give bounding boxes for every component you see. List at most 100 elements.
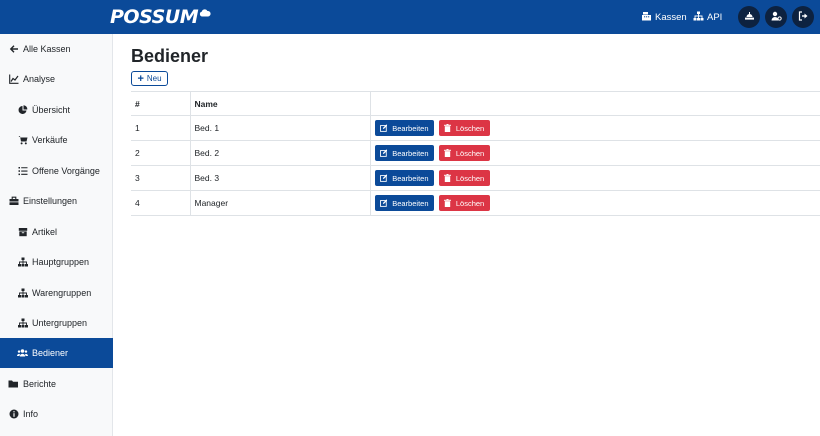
user-settings-icon [771,8,782,26]
users-icon [17,348,28,359]
edit-button[interactable]: Bearbeiten [374,145,434,161]
main-content: Bediener + Neu # Name 1 Bed. 1 Bearbeite… [113,34,820,436]
sidebar-item-warengruppen[interactable]: Warengruppen [0,278,113,308]
toolbox-icon [8,196,19,207]
column-header-id: # [131,91,191,116]
chart-icon [8,74,19,85]
cart-icon [17,135,28,146]
column-header-actions [370,91,820,116]
sidebar-item-label: Warengruppen [32,288,92,298]
edit-button-label: Bearbeiten [392,148,429,158]
sidebar-item-label: Offene Vorgänge [32,166,100,176]
sitemap-icon [17,318,28,329]
hat-button[interactable] [738,6,760,28]
api-link-label: API [707,11,723,23]
plus-icon: + [137,72,144,85]
sidebar-item-einstellungen[interactable]: Einstellungen [0,186,113,216]
row-name: Bed. 3 [190,165,371,191]
trash-icon [443,199,451,207]
row-actions: Bearbeiten Löschen [370,140,820,166]
kassen-link-label: Kassen [655,11,687,23]
delete-button-label: Löschen [455,123,485,133]
sidebar-item-artikel[interactable]: Artikel [0,217,113,247]
row-name: Bed. 1 [190,115,371,141]
logout-icon [798,8,809,26]
edit-button[interactable]: Bearbeiten [374,120,434,136]
sidebar-item-label: Verkäufe [32,135,68,145]
possum-logo[interactable]: POSSUM [110,6,211,28]
row-id: 2 [131,140,191,166]
edit-button-label: Bearbeiten [392,198,429,208]
row-actions: Bearbeiten Löschen [370,115,820,141]
sitemap-icon [17,257,28,268]
sidebar-item-bediener[interactable]: Bediener [0,338,113,368]
row-name: Manager [190,190,371,216]
folder-icon [8,379,19,390]
delete-button[interactable]: Löschen [438,145,490,161]
sidebar-item-untergruppen[interactable]: Untergruppen [0,308,113,338]
row-actions: Bearbeiten Löschen [370,165,820,191]
edit-icon [379,124,387,132]
user-settings-button[interactable] [765,6,787,28]
box-icon [17,227,28,238]
edit-icon [379,199,387,207]
sidebar-item-offene-vorgaenge[interactable]: Offene Vorgänge [0,156,113,186]
cloud-icon [199,4,211,22]
edit-icon [379,149,387,157]
sidebar-item-label: Info [23,409,39,419]
row-id: 1 [131,115,191,141]
sitemap-icon [17,288,28,299]
sidebar-item-info[interactable]: Info [0,399,113,429]
column-header-name: Name [190,91,371,116]
sidebar-item-label: Artikel [32,227,58,237]
row-name: Bed. 2 [190,140,371,166]
info-icon [8,409,19,420]
sidebar-item-berichte[interactable]: Berichte [0,369,113,399]
api-link[interactable]: API [693,10,722,24]
table-row: 1 Bed. 1 Bearbeiten Löschen [131,115,820,141]
table-row: 3 Bed. 3 Bearbeiten Löschen [131,165,820,191]
list-icon [17,166,28,177]
row-id: 4 [131,190,191,216]
sidebar-item-label: Berichte [23,379,57,389]
kassen-link[interactable]: Kassen [641,10,687,24]
trash-icon [443,124,451,132]
row-id: 3 [131,165,191,191]
sidebar-item-verkaeufe[interactable]: Verkäufe [0,125,113,155]
sidebar: Alle Kassen Analyse Übersicht Verkäufe O… [0,34,113,436]
row-actions: Bearbeiten Löschen [370,190,820,216]
table-header-row: # Name [131,91,820,116]
delete-button[interactable]: Löschen [438,170,490,186]
delete-button[interactable]: Löschen [438,120,490,136]
sidebar-item-label: Alle Kassen [23,44,71,54]
delete-button-label: Löschen [455,173,485,183]
pie-chart-icon [17,105,28,116]
edit-button-label: Bearbeiten [392,173,429,183]
sidebar-item-label: Einstellungen [23,196,78,206]
logo-text: POSSUM [110,6,199,28]
page-title: Bediener [131,46,209,66]
logout-button[interactable] [792,6,814,28]
edit-button[interactable]: Bearbeiten [374,195,434,211]
sidebar-item-label: Übersicht [32,105,71,115]
sidebar-item-label: Untergruppen [32,318,88,328]
sidebar-item-hauptgruppen[interactable]: Hauptgruppen [0,247,113,277]
operators-table: # Name 1 Bed. 1 Bearbeiten Löschen 2 Bed… [131,91,820,216]
cash-register-icon [641,11,655,24]
trash-icon [443,149,451,157]
new-button-label: Neu [146,74,162,83]
hat-icon [744,8,755,26]
delete-button-label: Löschen [455,198,485,208]
edit-icon [379,174,387,182]
table-row: 2 Bed. 2 Bearbeiten Löschen [131,140,820,166]
delete-button[interactable]: Löschen [438,195,490,211]
sidebar-item-uebersicht[interactable]: Übersicht [0,95,113,125]
edit-button[interactable]: Bearbeiten [374,170,434,186]
sidebar-item-label: Analyse [23,74,56,84]
sidebar-item-alle-kassen[interactable]: Alle Kassen [0,34,113,64]
new-button[interactable]: + Neu [131,71,168,86]
delete-button-label: Löschen [455,148,485,158]
sidebar-item-analyse[interactable]: Analyse [0,64,113,94]
arrow-left-icon [8,44,19,55]
network-icon [693,11,707,24]
